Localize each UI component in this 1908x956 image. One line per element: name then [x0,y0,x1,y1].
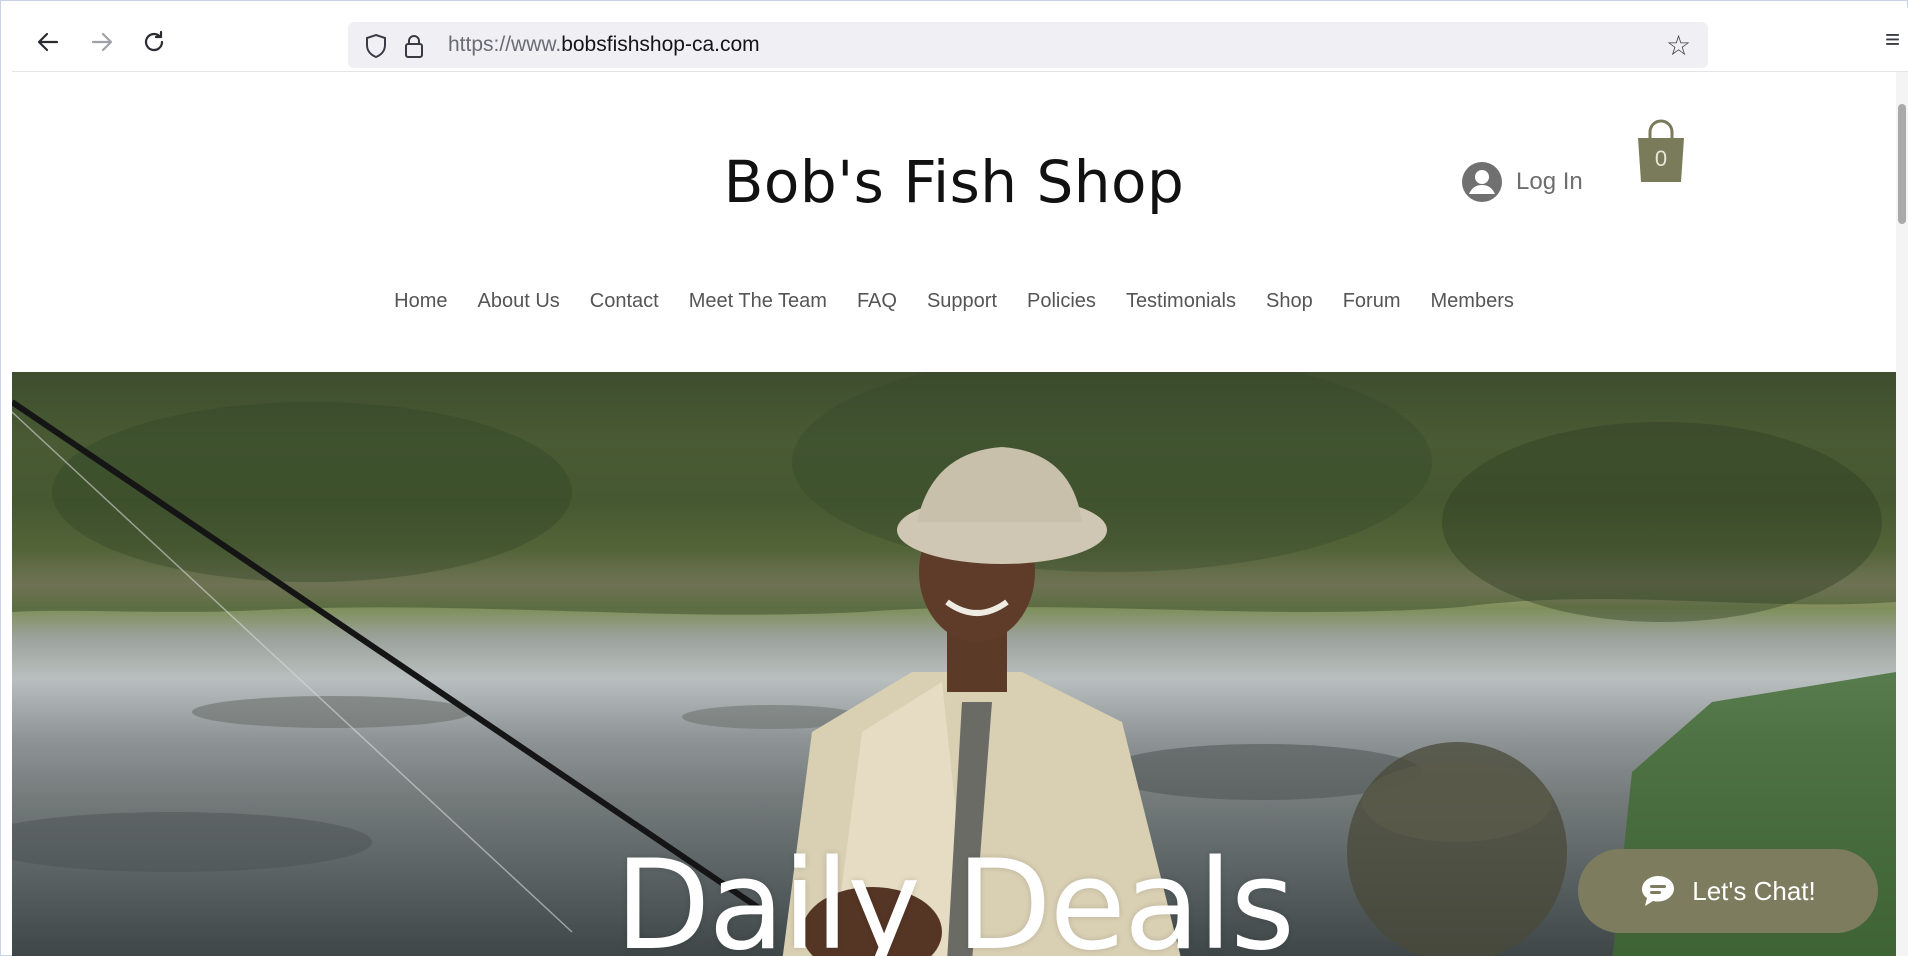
site-title[interactable]: Bob's Fish Shop [12,148,1896,216]
arrow-left-icon [37,32,59,52]
hamburger-menu-icon[interactable]: ≡ [1885,24,1900,55]
reload-button[interactable] [134,22,174,62]
reload-icon [144,30,164,52]
scroll-thumb[interactable] [1898,104,1906,224]
chat-bubble-icon [1642,876,1675,906]
cart-count: 0 [1654,146,1668,171]
nav-testimonials[interactable]: Testimonials [1126,290,1236,313]
nav-members[interactable]: Members [1431,290,1514,313]
chat-label: Let's Chat! [1692,875,1816,906]
site-navigation: Home About Us Contact Meet The Team FAQ … [12,290,1896,313]
nav-about-us[interactable]: About Us [478,290,560,313]
nav-faq[interactable]: FAQ [857,290,897,313]
nav-home[interactable]: Home [394,290,447,313]
nav-meet-the-team[interactable]: Meet The Team [689,290,827,313]
user-avatar-icon [1462,162,1502,202]
lock-icon[interactable] [400,32,428,60]
forward-button[interactable] [82,22,122,62]
login-button[interactable]: Log In [1462,162,1583,202]
url-text[interactable]: https://www.bobsfishshop-ca.com [448,33,760,57]
nav-policies[interactable]: Policies [1027,290,1096,313]
cart-button[interactable]: 0 [1634,118,1688,184]
shield-icon[interactable] [362,32,390,60]
url-prefix: https://www. [448,33,562,56]
arrow-right-icon [91,32,113,52]
web-page: Bob's Fish Shop Log In 0 Home About Us C… [12,72,1896,956]
nav-support[interactable]: Support [927,290,997,313]
nav-forum[interactable]: Forum [1343,290,1401,313]
url-host: bobsfishshop-ca.com [561,33,760,56]
nav-shop[interactable]: Shop [1266,290,1313,313]
chat-button[interactable]: Let's Chat! [1578,849,1878,933]
page-scrollbar[interactable] [1896,72,1908,956]
bookmark-star-icon[interactable]: ☆ [1666,29,1691,62]
nav-contact[interactable]: Contact [590,290,659,313]
back-button[interactable] [28,22,68,62]
browser-toolbar: https://www.bobsfishshop-ca.com ☆ ≡ [12,8,1908,72]
address-bar[interactable]: https://www.bobsfishshop-ca.com ☆ [348,22,1708,68]
login-label: Log In [1516,168,1583,195]
